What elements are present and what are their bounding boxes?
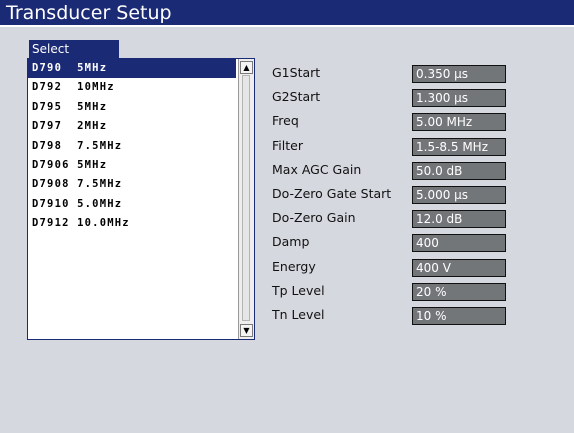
transducer-frequency: 5MHz <box>77 158 108 171</box>
transducer-model: D792 <box>32 81 63 94</box>
param-row: Do-Zero Gate Start 5.000 µs <box>272 184 512 208</box>
column-gap <box>70 159 78 171</box>
transducer-frequency: 10.0MHz <box>77 217 130 230</box>
column-gap <box>70 217 78 229</box>
param-row: Do-Zero Gain 12.0 dB <box>272 208 512 232</box>
transducer-frequency: 10MHz <box>77 81 115 94</box>
transducer-model: D7910 <box>32 197 70 210</box>
transducer-list-item[interactable]: D795 5MHz <box>28 98 236 117</box>
param-label: Filter <box>272 137 303 153</box>
param-row: G2Start 1.300 µs <box>272 87 512 111</box>
transducer-model: D790 <box>32 62 63 74</box>
param-value-field[interactable]: 10 % <box>412 307 506 325</box>
param-row: Max AGC Gain 50.0 dB <box>272 160 512 184</box>
param-label: Do-Zero Gain <box>272 210 356 226</box>
transducer-model: D797 <box>32 120 63 133</box>
transducer-list[interactable]: D790 5MHz D792 10MHz D795 5MHz D797 2MHz D79… <box>27 58 255 340</box>
column-gap <box>62 101 77 113</box>
scroll-up-button[interactable]: ▲ <box>240 61 253 74</box>
param-row: Energy 400 V <box>272 257 512 281</box>
transducer-list-items: D790 5MHz D792 10MHz D795 5MHz D797 2MHz D79… <box>28 59 236 234</box>
transducer-model: D798 <box>32 139 63 152</box>
param-row: Damp 400 <box>272 232 512 256</box>
transducer-list-item[interactable]: D7906 5MHz <box>28 156 236 175</box>
column-gap <box>70 178 78 190</box>
transducer-model: D7912 <box>32 217 70 230</box>
transducer-frequency: 7.5MHz <box>77 139 123 152</box>
triangle-down-icon: ▼ <box>243 326 250 335</box>
transducer-model: D795 <box>32 100 63 113</box>
transducer-list-item[interactable]: D7908 7.5MHz <box>28 175 236 194</box>
param-label: Damp <box>272 234 310 250</box>
param-value-field[interactable]: 1.5-8.5 MHz <box>412 137 506 156</box>
param-value-field[interactable]: 5.000 µs <box>412 186 506 204</box>
param-label: G1Start <box>272 65 321 80</box>
param-label: Tp Level <box>272 282 325 298</box>
param-row: G1Start 0.350 µs <box>272 63 512 87</box>
param-value-field[interactable]: 0.350 µs <box>412 65 506 83</box>
column-gap <box>62 120 77 132</box>
column-gap <box>70 198 78 210</box>
transducer-list-item[interactable]: D790 5MHz <box>28 59 236 79</box>
param-label: Do-Zero Gate Start <box>272 186 392 201</box>
param-value-field[interactable]: 400 <box>412 234 506 253</box>
param-label: Tn Level <box>272 307 325 322</box>
param-label: Max AGC Gain <box>272 161 362 177</box>
param-value-field[interactable]: 5.00 MHz <box>412 113 506 132</box>
transducer-frequency: 5.0MHz <box>77 197 123 210</box>
list-scrollbar[interactable]: ▲ ▼ <box>238 59 254 339</box>
transducer-list-item[interactable]: D7910 5.0MHz <box>28 195 236 214</box>
transducer-list-item[interactable]: D797 2MHz <box>28 117 236 136</box>
select-tab[interactable]: Select <box>29 40 119 59</box>
param-label: Energy <box>272 258 316 274</box>
transducer-list-item[interactable]: D798 7.5MHz <box>28 137 236 156</box>
triangle-up-icon: ▲ <box>243 63 250 72</box>
param-row: Tp Level 20 % <box>272 281 512 305</box>
transducer-frequency: 5MHz <box>77 62 108 74</box>
param-row: Filter 1.5-8.5 MHz <box>272 136 512 160</box>
param-row: Freq 5.00 MHz <box>272 111 512 135</box>
param-value-field[interactable]: 400 V <box>412 258 506 277</box>
param-label: G2Start <box>272 89 321 105</box>
transducer-frequency: 5MHz <box>77 100 108 113</box>
scroll-thumb[interactable] <box>242 75 250 321</box>
param-value-field[interactable]: 20 % <box>412 282 506 301</box>
param-row: Tn Level 10 % <box>272 305 512 329</box>
transducer-list-item[interactable]: D7912 10.0MHz <box>28 214 236 233</box>
column-gap <box>62 140 77 152</box>
transducer-model: D7906 <box>32 158 70 171</box>
transducer-frequency: 7.5MHz <box>77 178 123 191</box>
transducer-list-item[interactable]: D792 10MHz <box>28 78 236 97</box>
column-gap <box>62 81 77 93</box>
transducer-frequency: 2MHz <box>77 120 108 133</box>
param-value-field[interactable]: 50.0 dB <box>412 161 506 180</box>
param-value-field[interactable]: 1.300 µs <box>412 89 506 108</box>
window-title: Transducer Setup <box>0 0 574 27</box>
transducer-model: D7908 <box>32 178 70 191</box>
scroll-down-button[interactable]: ▼ <box>240 324 253 337</box>
param-value-field[interactable]: 12.0 dB <box>412 210 506 229</box>
column-gap <box>62 62 77 74</box>
param-label: Freq <box>272 113 299 129</box>
